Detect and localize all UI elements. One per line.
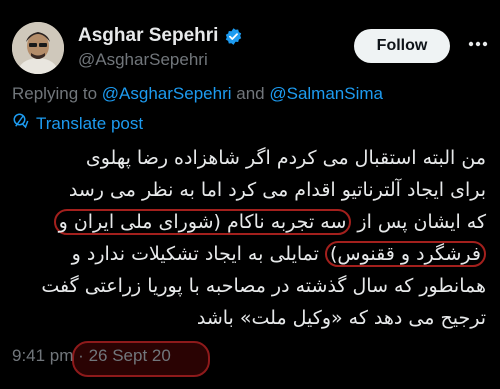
post-line: برای ایجاد آلترناتیو اقدام می کرد اما به… bbox=[68, 179, 486, 201]
post-line: فرشگرد و ققنوس) تمایلی به ایجاد تشکیلات … bbox=[10, 238, 486, 270]
post-line: که ایشان پس از سه تجربه ناکام (شورای ملی… bbox=[10, 206, 486, 238]
post-meta: 9:41 pm · 26 Sept 20 bbox=[12, 346, 171, 366]
replying-to-line: Replying to @AsgharSepehri and @SalmanSi… bbox=[12, 84, 383, 104]
post-line: ترجیح می دهد که «وکیل ملت» باشد bbox=[196, 307, 486, 329]
reply-mention-link[interactable]: @SalmanSima bbox=[269, 84, 383, 103]
avatar[interactable] bbox=[12, 22, 64, 74]
verified-badge-icon[interactable] bbox=[224, 27, 243, 46]
author-display-name[interactable]: Asghar Sepehri bbox=[78, 24, 218, 48]
translate-post-link[interactable]: Translate post bbox=[12, 112, 143, 135]
replying-prefix: Replying to bbox=[12, 84, 98, 103]
meta-separator: · bbox=[78, 346, 84, 365]
author-name-row[interactable]: Asghar Sepehri bbox=[78, 24, 243, 48]
follow-button[interactable]: Follow bbox=[354, 29, 450, 63]
more-options-icon[interactable] bbox=[466, 32, 490, 56]
reply-mention-link[interactable]: @AsgharSepehri bbox=[102, 84, 232, 103]
translate-label[interactable]: Translate post bbox=[36, 114, 143, 134]
author-handle[interactable]: @AsgharSepehri bbox=[78, 48, 243, 72]
highlighted-phrase: سه تجربه ناکام (شورای ملی ایران و bbox=[53, 209, 352, 235]
post-date[interactable]: 26 Sept 20 bbox=[89, 346, 171, 365]
post-line: همانطور که سال گذشته در مصاحبه با پوریا … bbox=[41, 275, 486, 297]
translate-icon bbox=[12, 112, 30, 135]
replying-conjunction: and bbox=[236, 84, 265, 103]
post-line: من البته استقبال می کردم اگر شاهزاده رضا… bbox=[85, 147, 486, 169]
post-fragment: تمایلی به ایجاد تشکیلات ندارد و bbox=[71, 243, 325, 265]
post-text: من البته استقبال می کردم اگر شاهزاده رضا… bbox=[10, 142, 486, 334]
author-block: Asghar Sepehri @AsgharSepehri bbox=[78, 24, 243, 72]
highlighted-phrase: فرشگرد و ققنوس) bbox=[324, 241, 486, 267]
post-time[interactable]: 9:41 pm bbox=[12, 346, 73, 365]
post-fragment: که ایشان پس از bbox=[351, 211, 486, 233]
